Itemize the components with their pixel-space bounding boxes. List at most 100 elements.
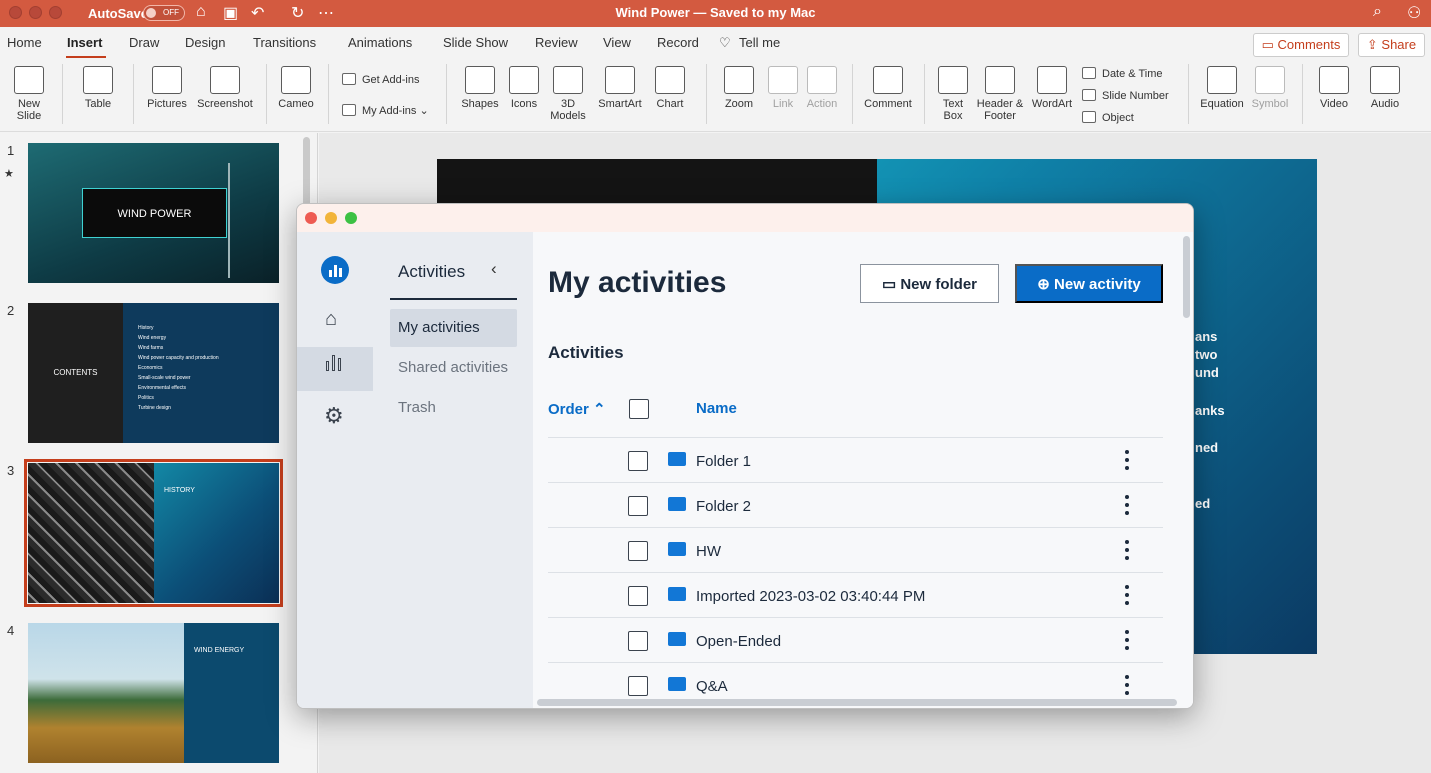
slide-text-fragment: und [1195, 365, 1219, 380]
tab-slide-show[interactable]: Slide Show [443, 35, 508, 50]
wordart-button[interactable]: WordArt [1028, 66, 1076, 110]
video-button[interactable]: Video [1312, 66, 1356, 110]
date-time-button[interactable]: Date & Time [1082, 67, 1163, 80]
sidebar-item-trash[interactable]: Trash [390, 389, 517, 427]
screenshot-label: Screenshot [197, 98, 253, 110]
row-checkbox[interactable] [628, 676, 648, 696]
tab-design[interactable]: Design [185, 35, 225, 50]
row-checkbox[interactable] [628, 586, 648, 606]
nav-home[interactable]: ⌂ [297, 298, 373, 342]
cameo-button[interactable]: Cameo [276, 66, 316, 110]
tab-insert[interactable]: Insert [67, 35, 102, 50]
minimize-dialog-button[interactable] [325, 212, 337, 224]
document-title: Wind Power — Saved to my Mac [615, 5, 816, 20]
zoom-icon [724, 66, 754, 94]
row-name[interactable]: Q&A [696, 678, 728, 695]
close-dialog-button[interactable] [305, 212, 317, 224]
contents-item: Wind energy [138, 335, 167, 341]
cube-icon [553, 66, 583, 94]
account-icon[interactable]: ⚇ [1407, 3, 1421, 23]
sidebar-item-shared-activities[interactable]: Shared activities [390, 349, 517, 387]
row-checkbox[interactable] [628, 631, 648, 651]
nav-activities[interactable] [297, 347, 373, 391]
slide-thumbnail-4[interactable]: WIND ENERGY [28, 623, 279, 763]
tab-record[interactable]: Record [657, 35, 699, 50]
header-footer-button[interactable]: Header & Footer [974, 66, 1026, 122]
slide-thumbnail-2[interactable]: CONTENTS History Wind energy Wind farms … [28, 303, 279, 443]
table-row[interactable]: Imported 2023-03-02 03:40:44 PM [548, 572, 1163, 617]
table-row[interactable]: HW [548, 527, 1163, 572]
share-button[interactable]: ⇪ Share [1358, 33, 1425, 57]
symbol-button[interactable]: Symbol [1248, 66, 1292, 110]
text-box-label: Text Box [942, 98, 964, 122]
object-button[interactable]: Object [1082, 111, 1134, 124]
select-all-checkbox[interactable] [629, 399, 649, 419]
audio-button[interactable]: Audio [1364, 66, 1406, 110]
more-options-icon[interactable] [1120, 538, 1134, 562]
name-column-header[interactable]: Name [696, 400, 737, 417]
tell-me-search[interactable]: Tell me [739, 35, 780, 50]
row-name[interactable]: HW [696, 543, 721, 560]
table-row[interactable]: Folder 1 [548, 437, 1163, 482]
pictures-button[interactable]: Pictures [144, 66, 190, 110]
chart-button[interactable]: Chart [650, 66, 690, 110]
table-button[interactable]: Table [76, 66, 120, 110]
comments-label: Comments [1277, 37, 1341, 52]
my-addins-button[interactable]: My Add-ins ⌄ [342, 104, 429, 117]
row-name[interactable]: Folder 2 [696, 498, 751, 515]
comment-button[interactable]: Comment [862, 66, 914, 110]
equation-button[interactable]: Equation [1198, 66, 1246, 110]
tab-view[interactable]: View [603, 35, 631, 50]
vertical-scrollbar[interactable] [1183, 236, 1190, 318]
order-column-header[interactable]: Order ⌃ [548, 400, 606, 418]
tab-transitions[interactable]: Transitions [253, 35, 316, 50]
new-slide-button[interactable]: New Slide [6, 66, 52, 122]
home-icon: ⌂ [325, 308, 338, 330]
smartart-button[interactable]: SmartArt [594, 66, 646, 110]
locomotive-wheel-image [28, 463, 154, 603]
slide-number-button[interactable]: Slide Number [1082, 89, 1169, 102]
slide-thumbnail-1[interactable]: WIND POWER [28, 143, 279, 283]
contents-item: Economics [138, 365, 163, 371]
more-options-icon[interactable] [1120, 673, 1134, 697]
sidebar-item-my-activities[interactable]: My activities [390, 309, 517, 347]
table-row[interactable]: Folder 2 [548, 482, 1163, 527]
slide-thumbnail-3[interactable]: HISTORY [24, 459, 283, 607]
new-folder-button[interactable]: ▭ New folder [860, 264, 999, 303]
more-options-icon[interactable] [1120, 628, 1134, 652]
ribbon-separator [1188, 64, 1189, 124]
collapse-chevron-icon[interactable]: ‹ [491, 259, 497, 279]
3d-models-button[interactable]: 3D Models [546, 66, 590, 122]
link-button[interactable]: Link [766, 66, 800, 110]
tab-review[interactable]: Review [535, 35, 578, 50]
tab-home[interactable]: Home [7, 35, 42, 50]
row-checkbox[interactable] [628, 451, 648, 471]
text-box-button[interactable]: Text Box [934, 66, 972, 122]
row-name[interactable]: Open-Ended [696, 633, 781, 650]
horizontal-scrollbar[interactable] [537, 699, 1177, 706]
more-options-icon[interactable] [1120, 448, 1134, 472]
row-checkbox[interactable] [628, 496, 648, 516]
nav-settings[interactable]: ⚙ [297, 395, 373, 439]
shapes-button[interactable]: Shapes [458, 66, 502, 110]
tab-animations[interactable]: Animations [348, 35, 412, 50]
maximize-dialog-button[interactable] [345, 212, 357, 224]
more-options-icon[interactable] [1120, 583, 1134, 607]
row-name[interactable]: Folder 1 [696, 453, 751, 470]
table-row[interactable]: Open-Ended [548, 617, 1163, 662]
more-options-icon[interactable] [1120, 493, 1134, 517]
comments-button[interactable]: ▭ Comments [1253, 33, 1349, 57]
new-activity-button[interactable]: ⊕ New activity [1015, 264, 1163, 303]
tab-draw[interactable]: Draw [129, 35, 159, 50]
search-icon[interactable]: ⌕ [1373, 3, 1382, 21]
zoom-button[interactable]: Zoom [718, 66, 760, 110]
row-checkbox[interactable] [628, 541, 648, 561]
action-button[interactable]: Action [804, 66, 840, 110]
slide-title: WIND ENERGY [194, 647, 245, 654]
icons-button[interactable]: Icons [506, 66, 542, 110]
get-addins-button[interactable]: Get Add-ins [342, 73, 419, 86]
contents-item: Wind power capacity and production [138, 355, 219, 361]
screenshot-button[interactable]: Screenshot [194, 66, 256, 110]
row-name[interactable]: Imported 2023-03-02 03:40:44 PM [696, 588, 925, 605]
3d-models-label: 3D Models [550, 98, 586, 122]
